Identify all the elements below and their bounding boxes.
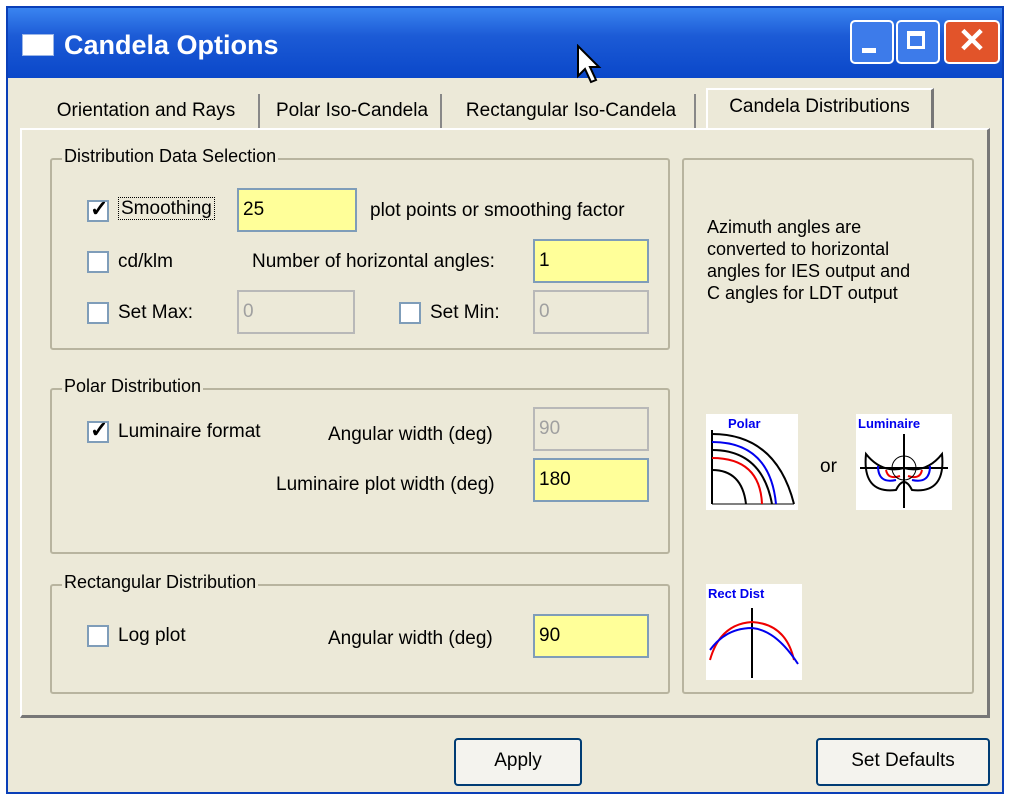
cd-klm-checkbox[interactable]	[87, 251, 109, 273]
set-max-label[interactable]: Set Max:	[118, 302, 193, 324]
luminaire-plot-width-label: Luminaire plot width (deg)	[276, 474, 495, 495]
polar-angular-width-input[interactable]	[533, 407, 649, 451]
azimuth-info-text: Azimuth angles are converted to horizont…	[707, 216, 910, 304]
tab-orientation-and-rays[interactable]: Orientation and Rays	[34, 94, 260, 130]
smoothing-suffix-label: plot points or smoothing factor	[370, 200, 625, 221]
or-label: or	[820, 456, 837, 477]
luminaire-format-label[interactable]: Luminaire format	[118, 421, 261, 443]
horizontal-angles-input[interactable]	[533, 239, 649, 283]
luminaire-plot-thumbnail: Luminaire	[856, 414, 952, 510]
close-button[interactable]: ✕	[944, 20, 1000, 64]
smoothing-label[interactable]: Smoothing	[118, 197, 215, 220]
luminaire-plot-width-input[interactable]	[533, 458, 649, 502]
smoothing-checkbox[interactable]: ✓	[87, 196, 109, 222]
info-line: angles for IES output and	[707, 261, 911, 281]
info-line: C angles for LDT output	[707, 283, 898, 303]
info-line: converted to horizontal	[707, 239, 890, 259]
log-plot-checkbox[interactable]	[87, 625, 109, 647]
checkmark-icon: ✓	[90, 196, 109, 221]
maximize-button[interactable]	[896, 20, 940, 64]
window-icon	[22, 34, 54, 56]
cd-klm-label[interactable]: cd/klm	[118, 251, 173, 273]
luminaire-format-checkbox[interactable]: ✓	[87, 417, 109, 443]
rect-angular-width-label: Angular width (deg)	[328, 628, 493, 649]
smoothing-input[interactable]	[237, 188, 357, 232]
polar-plot-thumbnail: Polar	[706, 414, 798, 510]
group-legend: Polar Distribution	[62, 376, 204, 397]
set-max-input[interactable]	[237, 290, 355, 334]
group-legend: Rectangular Distribution	[62, 572, 259, 593]
candela-options-window: Candela Options ✕ Orientation and Rays P…	[6, 6, 1004, 794]
minimize-button[interactable]	[850, 20, 894, 64]
rect-dist-thumbnail: Rect Dist	[706, 584, 802, 680]
tab-rectangular-iso-candela[interactable]: Rectangular Iso-Candela	[448, 94, 696, 130]
info-line: Azimuth angles are	[707, 217, 862, 237]
group-legend: Distribution Data Selection	[62, 146, 279, 167]
set-min-input[interactable]	[533, 290, 649, 334]
set-defaults-button[interactable]: Set Defaults	[816, 738, 990, 786]
set-max-checkbox[interactable]	[87, 302, 109, 324]
apply-button[interactable]: Apply	[454, 738, 582, 786]
mouse-cursor-icon	[577, 44, 602, 84]
angular-width-label: Angular width (deg)	[328, 424, 493, 445]
set-min-label[interactable]: Set Min:	[430, 302, 500, 324]
window-title: Candela Options	[64, 30, 279, 60]
tab-candela-distributions[interactable]: Candela Distributions	[706, 88, 934, 130]
horizontal-angles-label: Number of horizontal angles:	[252, 251, 495, 272]
close-icon: ✕	[957, 22, 987, 60]
log-plot-label[interactable]: Log plot	[118, 625, 186, 647]
set-min-checkbox[interactable]	[399, 302, 421, 324]
title-bar[interactable]: Candela Options ✕	[8, 8, 1002, 78]
thumb-luminaire-title: Luminaire	[858, 416, 921, 431]
rect-angular-width-input[interactable]	[533, 614, 649, 658]
thumb-polar-title: Polar	[728, 416, 761, 431]
tab-polar-iso-candela[interactable]: Polar Iso-Candela	[264, 94, 442, 130]
checkmark-icon: ✓	[90, 417, 109, 442]
thumb-rect-title: Rect Dist	[708, 586, 765, 601]
